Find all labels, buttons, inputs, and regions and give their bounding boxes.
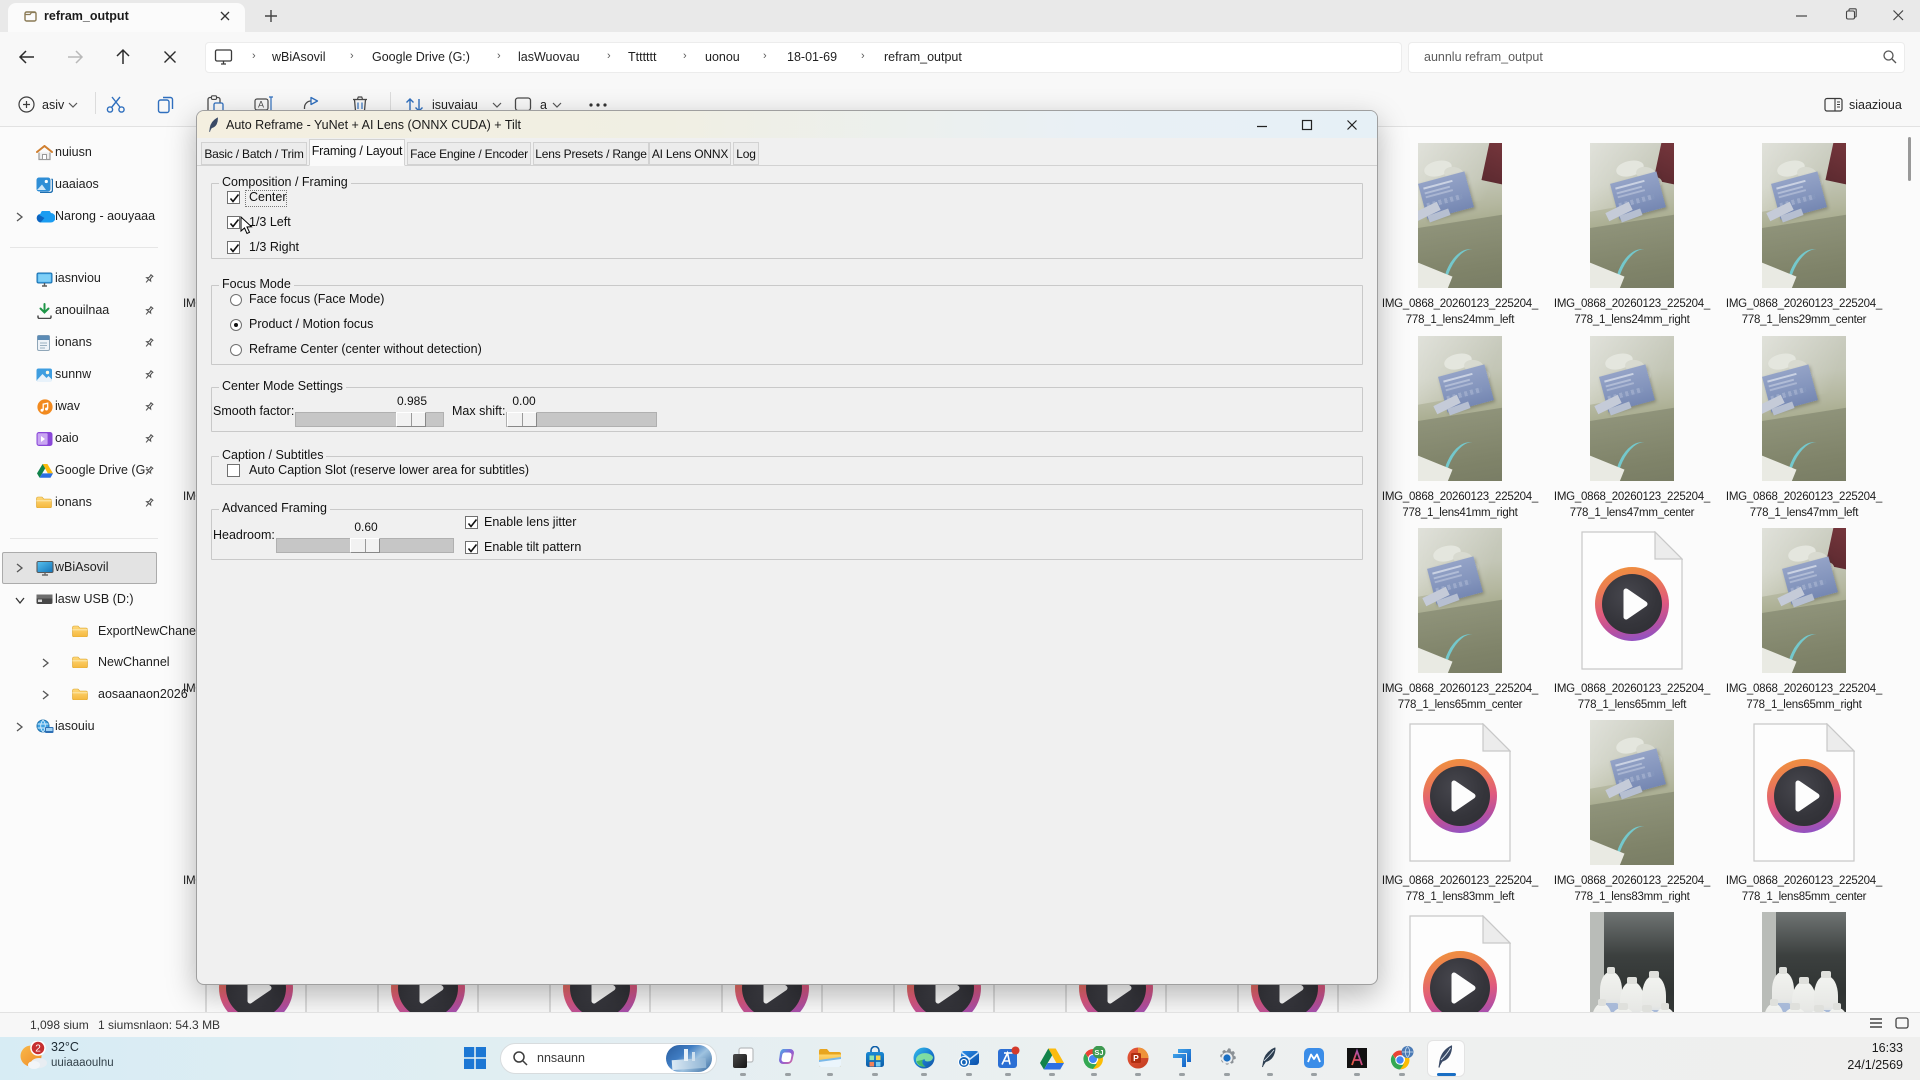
svg-text:P: P: [1133, 1053, 1139, 1063]
svg-text:O: O: [960, 1058, 967, 1069]
svg-text:SJ: SJ: [1094, 1048, 1103, 1057]
svg-text:2: 2: [35, 1044, 41, 1055]
svg-text:A: A: [258, 100, 264, 110]
